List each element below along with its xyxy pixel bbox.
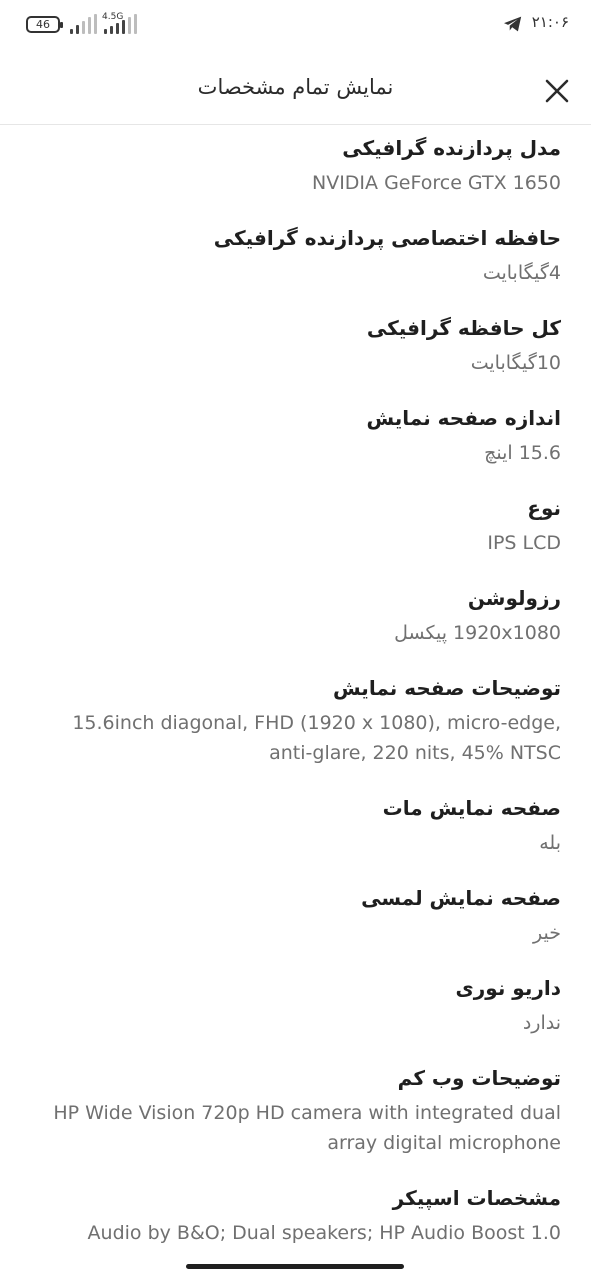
signal-icon-2 — [104, 14, 142, 34]
spec-item: مدل پردازنده گرافیکی NVIDIA GeForce GTX … — [30, 133, 561, 198]
spec-value: IPS LCD — [487, 532, 561, 554]
spec-value: Audio by B&O; Dual speakers; HP Audio Bo… — [87, 1222, 561, 1244]
spec-label: مدل پردازنده گرافیکی — [342, 136, 561, 160]
spec-item: توضیحات صفحه نمایش 15.6inch diagonal, FH… — [30, 673, 561, 768]
spec-value: NVIDIA GeForce GTX 1650 — [311, 172, 561, 194]
spec-item: حافظه اختصاصی پردازنده گرافیکی 4گیگابایت — [30, 223, 561, 288]
spec-item: توضیحات وب کم HP Wide Vision 720p HD cam… — [30, 1063, 561, 1158]
spec-label: صفحه نمایش مات — [382, 796, 561, 820]
spec-label: مشخصات اسپیکر — [392, 1186, 561, 1210]
spec-value: 1920x1080 پیکسل — [394, 622, 561, 644]
spec-label: نوع — [527, 496, 561, 520]
spec-item: اندازه صفحه نمایش 15.6 اینچ — [30, 403, 562, 468]
clock: ۲۱:۰۶ — [531, 13, 569, 31]
spec-label: صفحه نمایش لمسی — [361, 886, 561, 910]
battery-level: 46 — [36, 18, 50, 31]
spec-value: بله — [539, 832, 561, 854]
spec-label: توضیحات صفحه نمایش — [333, 676, 561, 700]
status-bar: 46 4.5G ۲۱:۰۶ — [0, 0, 591, 48]
spec-label: اندازه صفحه نمایش — [366, 406, 562, 430]
spec-item: مشخصات اسپیکر Audio by B&O; Dual speaker… — [30, 1183, 561, 1248]
spec-label: داریو نوری — [455, 976, 561, 1000]
spec-label: حافظه اختصاصی پردازنده گرافیکی — [213, 226, 561, 250]
close-icon — [545, 79, 569, 103]
home-indicator[interactable] — [186, 1264, 404, 1269]
close-button[interactable] — [538, 72, 578, 112]
spec-value: 15.6inch diagonal, FHD (1920 x 1080), mi… — [72, 712, 561, 764]
telegram-icon — [504, 16, 522, 32]
spec-label: توضیحات وب کم — [397, 1066, 561, 1090]
spec-item: کل حافظه گرافیکی 10گیگابایت — [30, 313, 561, 378]
spec-value: 15.6 اینچ — [484, 442, 561, 464]
spec-value: ندارد — [522, 1012, 561, 1034]
spec-item: داریو نوری ندارد — [30, 973, 561, 1038]
spec-item: صفحه نمایش لمسی خیر — [30, 883, 561, 948]
signal-icon — [70, 14, 98, 34]
spec-value: HP Wide Vision 720p HD camera with integ… — [53, 1102, 561, 1154]
spec-value: 4گیگابایت — [482, 262, 561, 284]
app-header: نمایش تمام مشخصات — [0, 55, 591, 125]
spec-label: کل حافظه گرافیکی — [366, 316, 561, 340]
battery-icon: 46 — [26, 16, 63, 33]
page-title: نمایش تمام مشخصات — [197, 75, 394, 99]
spec-value: 10گیگابایت — [470, 352, 561, 374]
spec-value: خیر — [533, 922, 561, 944]
spec-item: صفحه نمایش مات بله — [30, 793, 561, 858]
spec-item: نوع IPS LCD — [30, 493, 561, 558]
spec-item: رزولوشن 1920x1080 پیکسل — [30, 583, 561, 648]
spec-label: رزولوشن — [467, 586, 561, 610]
